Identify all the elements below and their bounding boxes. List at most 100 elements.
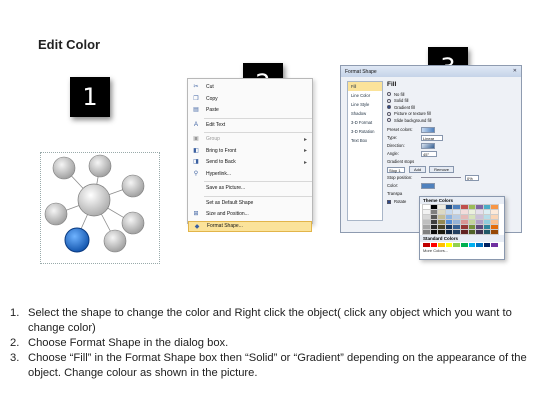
color-swatch[interactable] xyxy=(460,214,469,220)
color-swatch[interactable] xyxy=(437,229,446,235)
color-swatch[interactable] xyxy=(476,243,483,247)
color-swatch[interactable] xyxy=(467,219,477,225)
color-swatch[interactable] xyxy=(482,219,492,225)
color-swatch[interactable] xyxy=(482,224,492,230)
selected-diagram-node[interactable] xyxy=(64,227,90,253)
menu-item-bring-to-front[interactable]: ◧ Bring to Front ▸ xyxy=(188,146,312,158)
color-swatch[interactable] xyxy=(444,229,454,235)
color-swatch[interactable] xyxy=(460,204,469,210)
stop-dropdown[interactable]: Stop 1 xyxy=(387,166,405,173)
color-swatch[interactable] xyxy=(453,243,460,247)
category-fill[interactable]: Fill xyxy=(348,82,382,91)
preset-colors-dropdown[interactable] xyxy=(421,126,435,133)
category-text-box[interactable]: Text Box xyxy=(348,136,382,145)
slide-background-fill-radio[interactable]: Slide background fill xyxy=(387,117,517,124)
menu-item-set-default-shape[interactable]: Set as Default Shape xyxy=(188,198,312,210)
color-swatch[interactable] xyxy=(429,214,439,220)
color-swatch[interactable] xyxy=(460,219,469,225)
color-swatch[interactable] xyxy=(430,243,438,247)
color-swatch[interactable] xyxy=(452,219,461,225)
color-swatch[interactable] xyxy=(490,224,499,230)
angle-input[interactable]: 45° xyxy=(421,150,437,157)
diagram-node[interactable] xyxy=(52,156,76,180)
add-stop-button[interactable]: Add xyxy=(409,166,427,173)
color-swatch[interactable] xyxy=(475,224,484,230)
color-swatch[interactable] xyxy=(475,209,484,215)
color-swatch[interactable] xyxy=(438,243,445,247)
more-colors-link[interactable]: More Colors... xyxy=(420,247,504,254)
close-icon[interactable]: ✕ xyxy=(513,68,517,74)
color-swatch[interactable] xyxy=(460,209,469,215)
color-swatch[interactable] xyxy=(429,204,439,210)
color-swatch[interactable] xyxy=(422,229,431,235)
color-swatch[interactable] xyxy=(467,209,477,215)
color-swatch[interactable] xyxy=(468,243,476,247)
color-swatch[interactable] xyxy=(429,219,439,225)
menu-item-format-shape[interactable]: ◆ Format Shape... xyxy=(188,220,312,232)
color-swatch[interactable] xyxy=(482,209,492,215)
color-swatch[interactable] xyxy=(437,219,446,225)
category-line-style[interactable]: Line Style xyxy=(348,100,382,109)
color-swatch[interactable] xyxy=(475,204,484,210)
color-swatch[interactable] xyxy=(422,204,431,210)
color-swatch[interactable] xyxy=(460,224,469,230)
color-swatch[interactable] xyxy=(467,204,477,210)
color-swatch[interactable] xyxy=(444,209,454,215)
diagram-node[interactable] xyxy=(103,229,127,253)
diagram-node[interactable] xyxy=(44,202,68,226)
color-swatch[interactable] xyxy=(482,214,492,220)
category-3d-rotation[interactable]: 3-D Rotation xyxy=(348,127,382,136)
color-swatch[interactable] xyxy=(444,224,454,230)
diagram-node[interactable] xyxy=(121,174,145,198)
color-swatch[interactable] xyxy=(452,204,461,210)
color-swatch[interactable] xyxy=(437,214,446,220)
menu-item-group[interactable]: ▣ Group ▸ xyxy=(188,134,312,146)
diagram-node[interactable] xyxy=(121,211,145,235)
menu-item-hyperlink[interactable]: ⚲ Hyperlink... xyxy=(188,169,312,181)
color-swatch[interactable] xyxy=(429,229,439,235)
category-shadow[interactable]: Shadow xyxy=(348,109,382,118)
color-swatch[interactable] xyxy=(437,204,446,210)
color-swatch[interactable] xyxy=(490,209,499,215)
stop-position-input[interactable]: 0% xyxy=(465,174,479,181)
remove-stop-button[interactable]: Remove xyxy=(429,166,455,173)
color-swatch[interactable] xyxy=(452,229,461,235)
color-swatch[interactable] xyxy=(422,219,431,225)
color-swatch[interactable] xyxy=(482,229,492,235)
color-swatch[interactable] xyxy=(437,209,446,215)
type-dropdown[interactable]: Linear xyxy=(421,134,443,141)
menu-item-size-position[interactable]: ⊞ Size and Position... xyxy=(188,209,312,221)
menu-item-save-as-picture[interactable]: Save as Picture... xyxy=(188,183,312,195)
checkbox-icon[interactable] xyxy=(387,199,391,204)
color-swatch[interactable] xyxy=(423,243,430,247)
color-swatch[interactable] xyxy=(429,209,439,215)
color-swatch[interactable] xyxy=(490,229,499,235)
color-swatch[interactable] xyxy=(460,243,468,247)
color-swatch[interactable] xyxy=(452,214,461,220)
category-3d-format[interactable]: 3-D Format xyxy=(348,118,382,127)
color-swatch[interactable] xyxy=(475,229,484,235)
menu-item-edit-text[interactable]: A Edit Text xyxy=(188,120,312,132)
color-swatch[interactable] xyxy=(422,214,431,220)
category-line-color[interactable]: Line Color xyxy=(348,91,382,100)
color-swatch[interactable] xyxy=(475,219,484,225)
color-swatch[interactable] xyxy=(422,209,431,215)
color-swatch[interactable] xyxy=(452,209,461,215)
color-swatch[interactable] xyxy=(467,214,477,220)
color-swatch[interactable] xyxy=(491,243,498,247)
color-swatch[interactable] xyxy=(445,243,453,247)
color-swatch[interactable] xyxy=(490,204,499,210)
color-swatch[interactable] xyxy=(490,214,499,220)
menu-item-copy[interactable]: ❐ Copy xyxy=(188,94,312,106)
color-swatch[interactable] xyxy=(444,214,454,220)
diagram-center-node[interactable] xyxy=(77,183,111,217)
color-dropdown[interactable] xyxy=(421,182,435,189)
color-swatch[interactable] xyxy=(467,224,477,230)
diagram-node[interactable] xyxy=(88,154,112,178)
color-swatch[interactable] xyxy=(422,224,431,230)
direction-dropdown[interactable] xyxy=(421,142,435,149)
color-swatch[interactable] xyxy=(483,243,491,247)
menu-item-paste[interactable]: ▤ Paste xyxy=(188,105,312,117)
color-swatch[interactable] xyxy=(467,229,477,235)
menu-item-send-to-back[interactable]: ◨ Send to Back ▸ xyxy=(188,157,312,169)
